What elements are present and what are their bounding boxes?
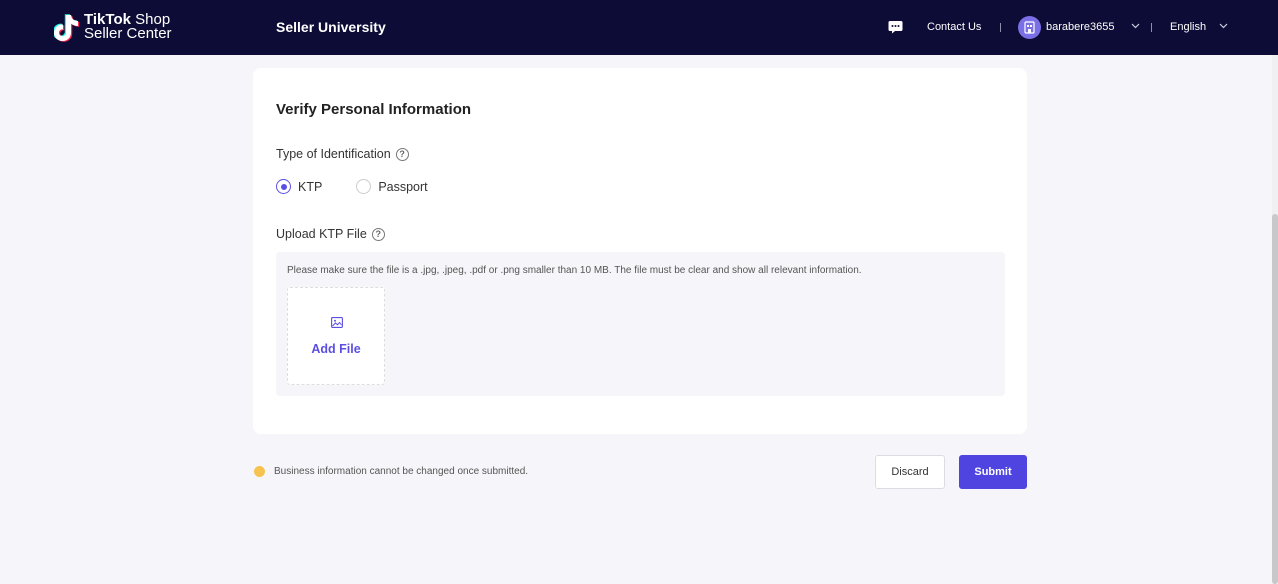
id-type-radio-group: KTP Passport (276, 179, 428, 194)
add-file-label: Add File (311, 342, 361, 356)
help-icon[interactable]: ? (395, 147, 409, 161)
header-divider (1151, 23, 1152, 32)
user-avatar-icon (1024, 21, 1035, 34)
upload-area: Please make sure the file is a .jpg, .jp… (276, 252, 1005, 396)
contact-us-link[interactable]: Contact Us (927, 21, 981, 33)
header-divider (1000, 23, 1001, 32)
radio-label-passport: Passport (378, 179, 428, 194)
radio-passport[interactable]: Passport (356, 179, 428, 194)
upload-hint: Please make sure the file is a .jpg, .jp… (287, 265, 862, 276)
upload-label-row: Upload KTP File ? (276, 227, 385, 241)
radio-button[interactable] (356, 179, 372, 194)
submission-notice: Business information cannot be changed o… (254, 466, 528, 477)
language-selector[interactable]: English (1170, 21, 1206, 33)
tiktok-logo-icon (54, 14, 80, 42)
chat-icon[interactable] (888, 20, 903, 34)
user-avatar[interactable] (1018, 16, 1041, 39)
verify-info-card: Verify Personal Information Type of Iden… (253, 68, 1027, 434)
id-type-label: Type of Identification (276, 147, 391, 161)
header-right-actions: Contact Us barabere3655 English (858, 0, 1278, 55)
logo-text: TikTok Shop Seller Center (84, 12, 172, 42)
submit-button[interactable]: Submit (959, 455, 1027, 489)
radio-label-ktp: KTP (298, 179, 323, 194)
seller-university-link[interactable]: Seller University (276, 19, 386, 35)
help-icon[interactable]: ? (371, 227, 385, 241)
radio-ktp[interactable]: KTP (276, 179, 322, 194)
logo-subtitle: Seller Center (84, 25, 172, 42)
warning-dot-icon (254, 466, 265, 477)
discard-button[interactable]: Discard (875, 455, 945, 489)
account-username[interactable]: barabere3655 (1046, 21, 1115, 33)
page-title: Verify Personal Information (276, 101, 472, 118)
image-icon (331, 317, 343, 328)
radio-button-selected[interactable] (276, 179, 291, 194)
upload-label: Upload KTP File (276, 227, 367, 241)
chevron-down-icon[interactable] (1131, 23, 1140, 29)
tiktok-shop-logo[interactable]: TikTok Shop Seller Center (54, 12, 172, 42)
top-navigation-bar: TikTok Shop Seller Center Seller Univers… (0, 0, 1278, 55)
id-type-label-row: Type of Identification ? (276, 147, 409, 161)
add-file-button[interactable]: Add File (287, 287, 385, 385)
scrollbar-thumb[interactable] (1272, 214, 1278, 584)
chevron-down-icon[interactable] (1219, 23, 1228, 29)
notice-text: Business information cannot be changed o… (274, 466, 529, 477)
